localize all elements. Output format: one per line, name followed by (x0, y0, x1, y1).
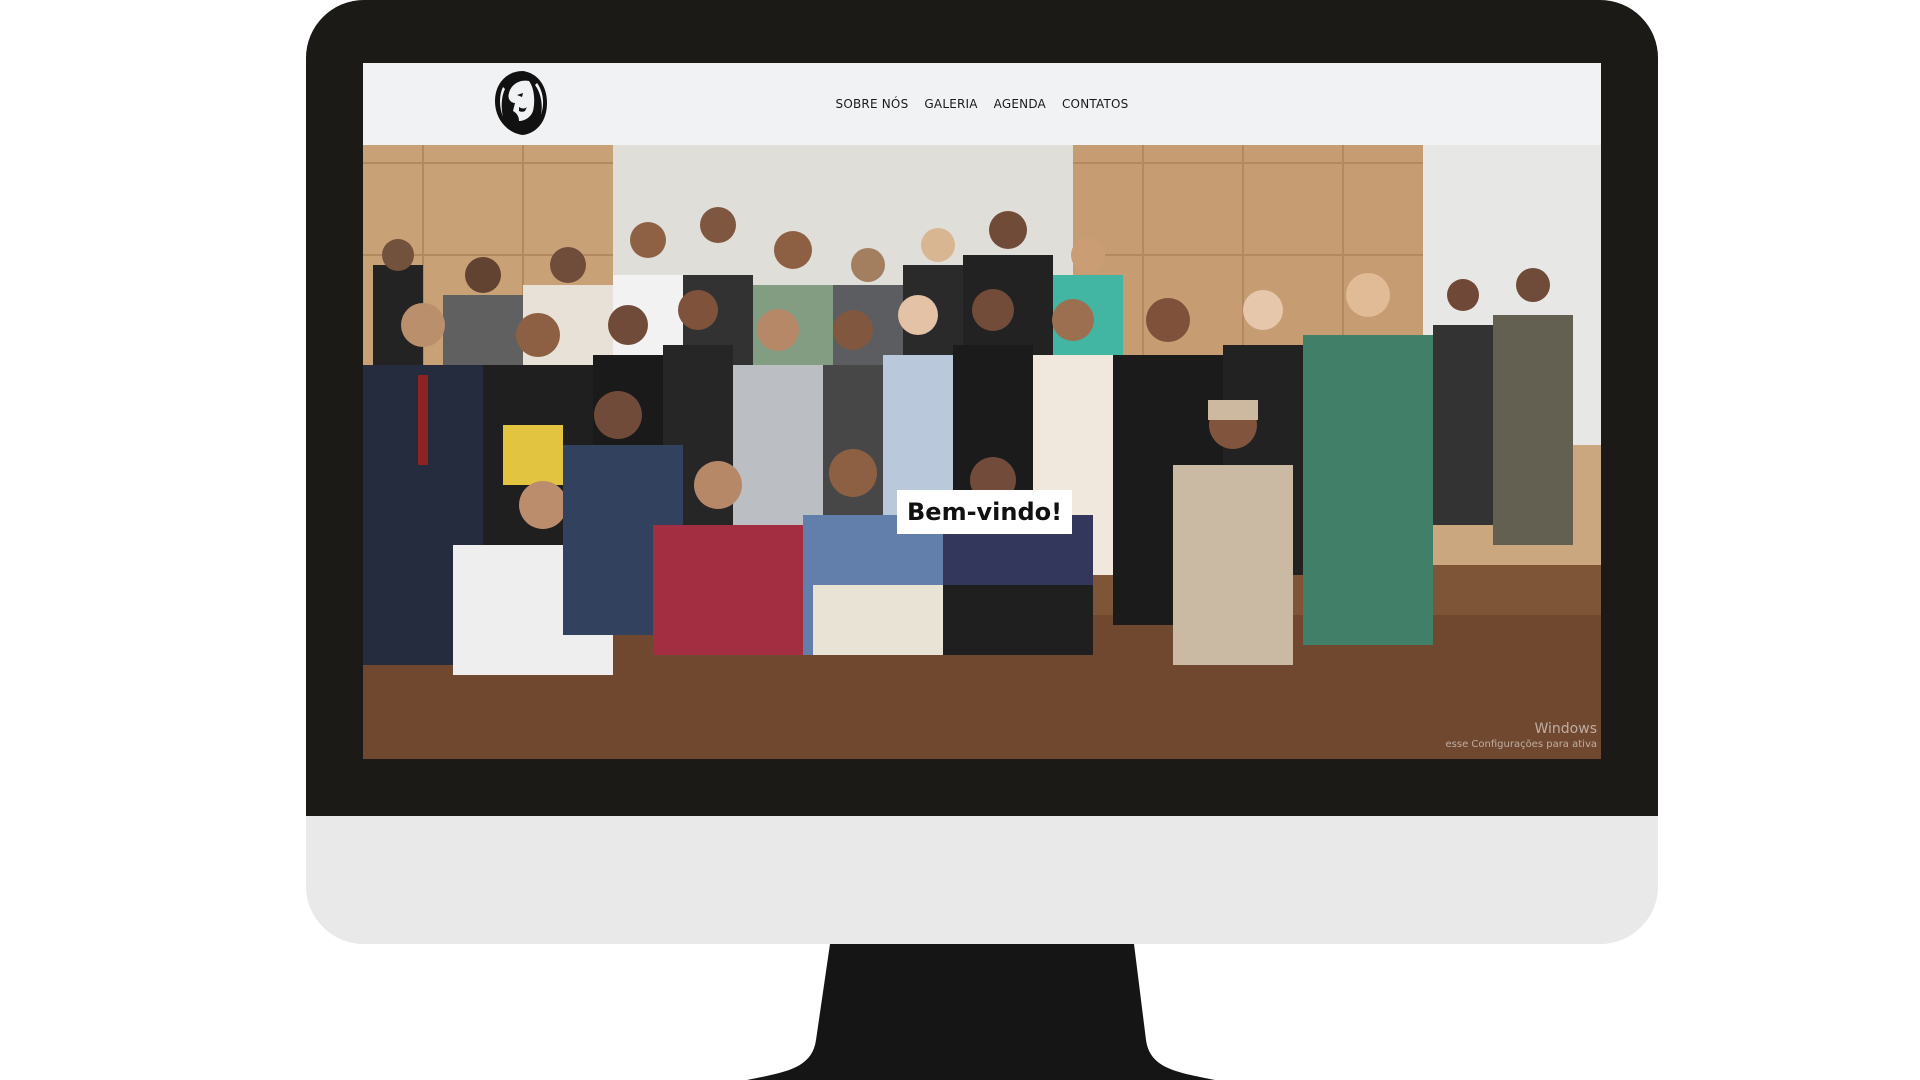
site-header: SOBRE NÓS GALERIA AGENDA CONTATOS (363, 63, 1601, 145)
imac-mockup: SOBRE NÓS GALERIA AGENDA CONTATOS Bem-vi… (0, 0, 1920, 1080)
group-photo-illustration (363, 145, 1601, 759)
nav-link-galeria[interactable]: GALERIA (924, 97, 977, 111)
monitor-frame: SOBRE NÓS GALERIA AGENDA CONTATOS Bem-vi… (306, 0, 1658, 944)
welcome-banner: Bem-vindo! (897, 490, 1073, 534)
nav-link-agenda[interactable]: AGENDA (994, 97, 1046, 111)
monitor-chin (306, 816, 1658, 944)
main-nav: SOBRE NÓS GALERIA AGENDA CONTATOS (363, 63, 1601, 145)
watermark-subtitle: esse Configurações para ativa (1445, 738, 1598, 750)
windows-activation-watermark: Windows esse Configurações para ativa (1446, 721, 1598, 751)
monitor-screen: SOBRE NÓS GALERIA AGENDA CONTATOS Bem-vi… (363, 63, 1601, 759)
watermark-title: Windows (1534, 721, 1598, 737)
nav-link-sobre-nos[interactable]: SOBRE NÓS (836, 97, 909, 111)
hero-photo: Bem-vindo! Windows esse Configurações pa… (363, 145, 1601, 759)
nav-link-contatos[interactable]: CONTATOS (1062, 97, 1128, 111)
